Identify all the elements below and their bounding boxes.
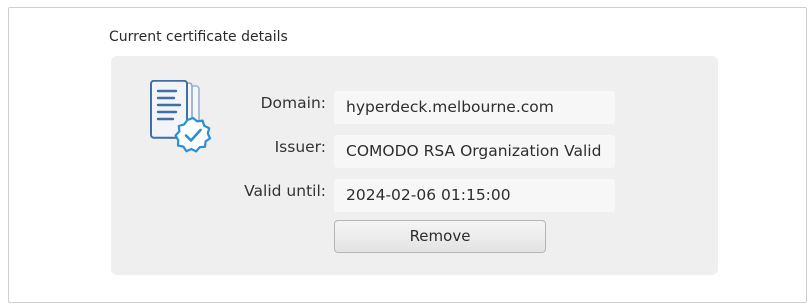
certificate-details-panel: Domain: hyperdeck.melbourne.com Issuer: … xyxy=(111,56,718,275)
issuer-value: COMODO RSA Organization Valid xyxy=(334,135,615,168)
valid-until-label: Valid until: xyxy=(244,182,326,200)
domain-label: Domain: xyxy=(260,94,326,112)
domain-value: hyperdeck.melbourne.com xyxy=(334,91,615,124)
certificate-verified-icon xyxy=(150,80,212,153)
remove-button[interactable]: Remove xyxy=(334,220,546,253)
issuer-label: Issuer: xyxy=(274,138,326,156)
section-title: Current certificate details xyxy=(109,29,288,45)
valid-until-value: 2024-02-06 01:15:00 xyxy=(334,179,615,212)
certificate-section: Current certificate details Domain: hype… xyxy=(8,7,807,303)
